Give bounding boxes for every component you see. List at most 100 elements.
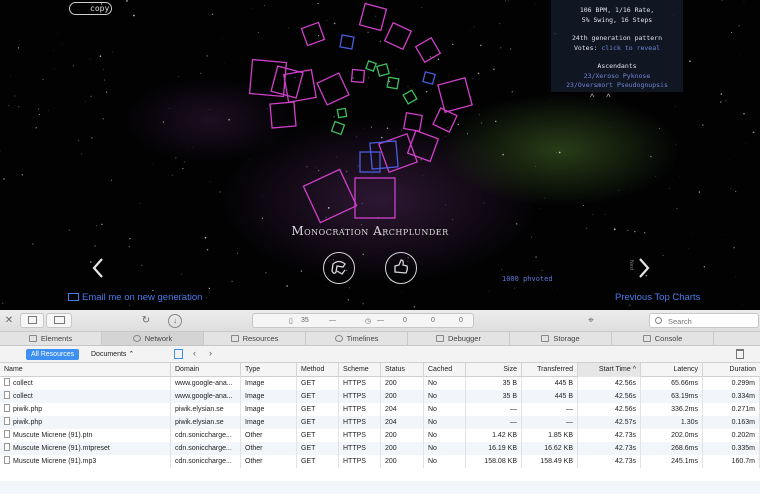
copy-button[interactable]: copy [69, 2, 112, 15]
split-view-icon [54, 316, 65, 324]
network-filter-bar: All Resources Documents ⌃ ‹ › [0, 346, 760, 363]
download-icon[interactable]: ↓ [168, 314, 182, 328]
tab-elements[interactable]: Elements [0, 332, 102, 345]
cell-cached: No [424, 416, 466, 429]
cell-method: GET [297, 403, 339, 416]
pattern-square [248, 58, 288, 98]
cell-type: Other [241, 455, 297, 468]
filter-all-resources[interactable]: All Resources [26, 349, 80, 360]
column-name[interactable]: Name [0, 363, 171, 377]
mail-icon [68, 293, 79, 301]
cell-start: 42.73s [578, 455, 641, 468]
search-field[interactable] [649, 313, 759, 328]
column-duration[interactable]: Duration [703, 363, 760, 377]
email-notify-link[interactable]: Email me on new generation [68, 292, 202, 303]
resource-name: Muscute Micrene (91).ptn [13, 432, 93, 439]
cell-transferred: 158.49 KB [522, 455, 578, 468]
column-latency[interactable]: Latency [641, 363, 703, 377]
inspector-toolbar: ✕ ↻ ↓ ▯ 35 — ◷ — 0 0 0 ⌖ [0, 310, 760, 332]
resources-icon [230, 335, 239, 342]
cell-size: 1.42 KB [466, 429, 522, 442]
cell-latency: 336.2ms [641, 403, 703, 416]
votes-reveal-link[interactable]: click to reveal [601, 44, 660, 52]
cell-status: 204 [381, 416, 424, 429]
pattern-square [316, 72, 350, 106]
tab-storage[interactable]: Storage [510, 332, 612, 345]
column-domain[interactable]: Domain [171, 363, 241, 377]
tab-debugger[interactable]: Debugger [408, 332, 510, 345]
table-row[interactable]: Muscute Micrene (91).mtpreset cdn.sonicch… [0, 442, 760, 455]
cell-transferred: 16.62 KB [522, 442, 578, 455]
cell-name: piwik.php [0, 416, 171, 429]
table-row[interactable]: Muscute Micrene (91).mp3 cdn.soniccharge.… [0, 455, 760, 468]
cell-start: 42.73s [578, 442, 641, 455]
tab-network[interactable]: Network [102, 332, 204, 345]
previous-top-charts-link[interactable]: Previous Top Charts [615, 292, 700, 303]
search-input[interactable] [668, 317, 758, 326]
pattern-square [383, 21, 413, 51]
upvote-button[interactable] [323, 252, 355, 284]
cell-duration: 0.163m [703, 416, 760, 429]
cell-method: GET [297, 416, 339, 429]
filter-documents-select[interactable]: Documents ⌃ [91, 349, 134, 360]
column-status[interactable]: Status [381, 363, 424, 377]
cell-start: 42.73s [578, 429, 641, 442]
tab-console[interactable]: Console [612, 332, 714, 345]
cell-status: 200 [381, 429, 424, 442]
cell-name: Muscute Micrene (91).mp3 [0, 455, 171, 468]
cell-latency: 268.6ms [641, 442, 703, 455]
image-file-icon [4, 404, 10, 412]
next-arrow-icon[interactable] [636, 256, 652, 280]
close-icon[interactable]: ✕ [4, 314, 14, 328]
cell-transferred: 445 B [522, 390, 578, 403]
forward-icon[interactable]: › [209, 348, 212, 358]
column-method[interactable]: Method [297, 363, 339, 377]
cell-latency: 1.30s [641, 416, 703, 429]
pattern-square [365, 60, 377, 72]
resource-name: Muscute Micrene (91).mp3 [13, 458, 97, 465]
table-row[interactable]: Muscute Micrene (91).ptn cdn.soniccharge.… [0, 429, 760, 442]
cell-type: Other [241, 442, 297, 455]
tab-add[interactable] [714, 332, 760, 345]
column-start-time[interactable]: Start Time ^ [578, 363, 641, 377]
column-transferred[interactable]: Transferred [522, 363, 578, 377]
tab-resources[interactable]: Resources [204, 332, 306, 345]
file-icon [4, 430, 10, 438]
thumb-down-icon [331, 260, 346, 275]
pattern-square [302, 168, 358, 224]
cell-duration: 0.334m [703, 390, 760, 403]
crosshair-icon[interactable]: ⌖ [584, 314, 598, 328]
reload-icon[interactable]: ↻ [140, 314, 152, 328]
table-row[interactable]: piwik.php piwik.elysian.se Image GET HTTPS 20… [0, 403, 760, 416]
next-side-label: Next [628, 260, 634, 271]
previous-arrow-icon[interactable] [90, 256, 106, 280]
inspector-tab-bar: Elements Network Resources Timelines Deb… [0, 332, 760, 346]
ascendant-link[interactable]: 23/Xeroso Pyknose [551, 72, 683, 82]
cell-domain: www.google-ana... [171, 377, 241, 390]
column-type[interactable]: Type [241, 363, 297, 377]
trash-icon[interactable] [736, 349, 744, 359]
cell-name: collect [0, 390, 171, 403]
pattern-square [402, 111, 424, 133]
table-row[interactable]: piwik.php piwik.elysian.se Image GET HTTPS 20… [0, 416, 760, 429]
column-size[interactable]: Size [466, 363, 522, 377]
table-row[interactable]: collect www.google-ana... Image GET HTTPS 200… [0, 390, 760, 403]
back-icon[interactable]: ‹ [193, 348, 196, 358]
column-scheme[interactable]: Scheme [339, 363, 381, 377]
table-row[interactable]: collect www.google-ana... Image GET HTTPS 200… [0, 377, 760, 390]
pattern-square [422, 71, 436, 85]
dock-side-button[interactable] [46, 313, 72, 328]
pattern-square [369, 140, 399, 170]
network-table-body: collect www.google-ana... Image GET HTTPS 200… [0, 377, 760, 468]
clock-icon: ◷ [365, 318, 372, 325]
dock-window-button[interactable] [20, 313, 44, 328]
cell-domain: cdn.soniccharge... [171, 442, 241, 455]
column-cached[interactable]: Cached [424, 363, 466, 377]
tab-timelines[interactable]: Timelines [306, 332, 408, 345]
cell-domain: www.google-ana... [171, 390, 241, 403]
sidebar-toggle-icon[interactable] [174, 349, 183, 359]
collapse-carets-icon[interactable]: ^^ [590, 92, 622, 102]
like-button[interactable] [385, 252, 417, 284]
cell-transferred: — [522, 416, 578, 429]
ascendant-link[interactable]: 23/Oversmort Pseudognupsis [551, 81, 683, 91]
